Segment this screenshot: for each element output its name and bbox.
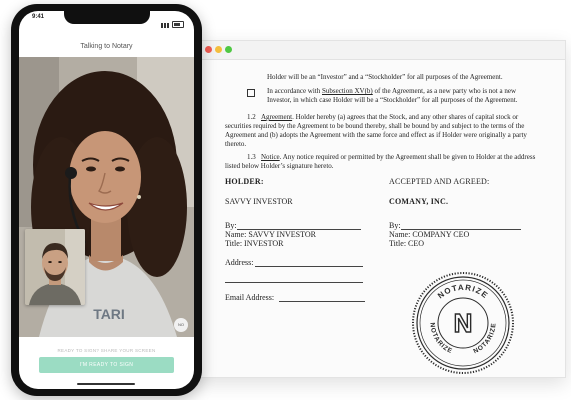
holder-name: SAVVY INVESTOR xyxy=(225,197,293,206)
accepted-heading: ACCEPTED AND AGREED: xyxy=(389,177,490,186)
seal-letter: N xyxy=(454,308,473,338)
phone-device: 9:41 Talking to Notary TARI NO READY TO … xyxy=(11,4,202,396)
maximize-window-button[interactable] xyxy=(225,46,232,53)
email-line[interactable] xyxy=(279,301,365,302)
participant-avatar[interactable]: NO xyxy=(174,318,188,332)
window-titlebar xyxy=(191,41,565,60)
self-view-video[interactable] xyxy=(25,229,85,305)
company-name-line: Name: COMPANY CEO xyxy=(389,230,470,239)
holder-by-label: By: xyxy=(225,221,237,230)
paragraph-holder-investor: Holder will be an “Investor” and a “Stoc… xyxy=(267,73,503,81)
holder-name-line: Name: SAVVY INVESTOR xyxy=(225,230,316,239)
address-label: Address: xyxy=(225,258,254,267)
app-title: Talking to Notary xyxy=(80,43,133,50)
section-1-3: 1.3 Notice. Any notice required or permi… xyxy=(225,153,536,170)
document-page: Holder will be an “Investor” and a “Stoc… xyxy=(191,59,565,377)
close-window-button[interactable] xyxy=(205,46,212,53)
minimize-window-button[interactable] xyxy=(215,46,222,53)
company-name: COMANY, INC. xyxy=(389,197,449,206)
ready-to-sign-button[interactable]: I'M READY TO SIGN xyxy=(39,357,174,373)
stockholder-checkbox[interactable] xyxy=(247,89,255,97)
seal-text-left: NOTARIZE xyxy=(428,322,452,355)
seal-text-right: NOTARIZE xyxy=(472,322,496,355)
holder-title-line: Title: INVESTOR xyxy=(225,239,284,248)
battery-icon xyxy=(172,21,184,28)
company-title-line: Title: CEO xyxy=(389,239,425,248)
notarize-seal-icon: NOTARIZE NOTARIZE NOTARIZE N xyxy=(412,272,514,374)
paragraph-subsection: In accordance with Subsection XV(b) of t… xyxy=(267,87,518,104)
phone-screen: 9:41 Talking to Notary TARI NO READY TO … xyxy=(19,11,194,389)
status-time: 9:41 xyxy=(32,14,45,20)
svg-text:NOTARIZE: NOTARIZE xyxy=(428,322,453,355)
address-line-1[interactable] xyxy=(255,266,363,267)
svg-text:NOTARIZE: NOTARIZE xyxy=(472,322,497,355)
email-label: Email Address: xyxy=(225,293,275,302)
address-line-2[interactable] xyxy=(225,282,363,283)
phone-notch xyxy=(64,11,150,24)
signal-icon xyxy=(161,23,169,28)
subsection-link[interactable]: Subsection XV(b) xyxy=(322,87,373,95)
section-1-2: 1.2 Agreement. Holder hereby (a) agrees … xyxy=(225,113,527,148)
home-indicator xyxy=(77,383,135,385)
company-by-label: By: xyxy=(389,221,401,230)
self-view-image xyxy=(25,229,85,305)
holder-heading: HOLDER: xyxy=(225,177,264,186)
share-screen-prompt: READY TO SIGN? SHARE YOUR SCREEN xyxy=(57,348,156,353)
svg-text:TARI: TARI xyxy=(93,306,125,322)
status-icons xyxy=(161,15,184,33)
notary-video-feed: TARI NO xyxy=(19,57,194,337)
document-window: Holder will be an “Investor” and a “Stoc… xyxy=(190,40,566,378)
